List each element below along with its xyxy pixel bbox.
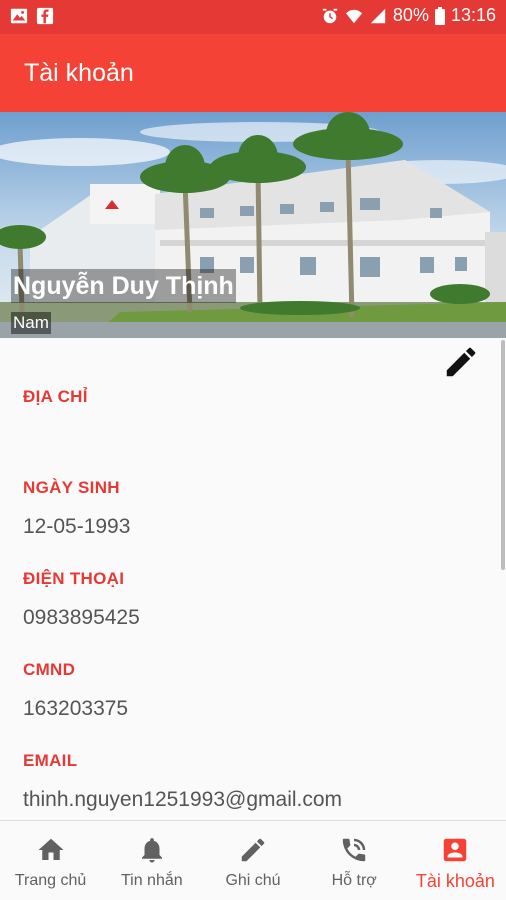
profile-name: Nguyễn Duy Thịnh [11, 269, 236, 303]
battery-percent: 80% [392, 5, 429, 25]
home-icon [38, 838, 64, 860]
signal-icon [370, 8, 386, 23]
nav-notes-label: Ghi chú [225, 872, 281, 889]
nav-home-label: Trang chủ [14, 872, 87, 889]
account-icon [444, 838, 467, 862]
birthday-label: NGÀY SINH [23, 478, 120, 497]
nav-messages[interactable]: Tin nhắn [101, 821, 202, 900]
email-label: EMAIL [23, 751, 78, 770]
nav-support[interactable]: Hỗ trợ [304, 821, 405, 900]
app-bar: Tài khoản [0, 34, 506, 112]
email-value: thinh.nguyen1251993@gmail.com [23, 788, 343, 811]
wifi-icon [345, 9, 363, 23]
profile-cover-image: Nguyễn Duy Thịnh Nam [0, 112, 506, 338]
status-bar: 80% 13:16 [0, 0, 506, 34]
pencil-icon [241, 838, 265, 862]
profile-gender: Nam [11, 312, 51, 334]
birthday-value: 12-05-1993 [23, 515, 131, 538]
alarm-icon [322, 8, 338, 23]
nav-account[interactable]: Tài khoản [405, 821, 506, 900]
bell-icon [141, 838, 162, 863]
pencil-icon [446, 347, 476, 377]
nav-support-label: Hỗ trợ [331, 872, 377, 889]
phone-icon [342, 838, 366, 862]
phone-value: 0983895425 [23, 606, 140, 629]
building-photo [0, 112, 506, 338]
nav-messages-label: Tin nhắn [120, 872, 183, 889]
clock: 13:16 [450, 5, 496, 25]
facebook-icon [36, 7, 54, 25]
bottom-navigation: Trang chủ Tin nhắn Ghi chú Hỗ trợ Tài kh… [0, 820, 506, 900]
nav-account-label: Tài khoản [415, 871, 495, 891]
battery-icon [434, 6, 445, 25]
id-card-value: 163203375 [23, 697, 129, 720]
id-card-label: CMND [23, 660, 76, 679]
nav-home[interactable]: Trang chủ [0, 821, 101, 900]
image-icon [10, 8, 28, 24]
edit-button[interactable] [440, 342, 482, 382]
nav-notes[interactable]: Ghi chú [202, 821, 303, 900]
phone-label: ĐIỆN THOẠI [23, 569, 125, 588]
address-label: ĐỊA CHỈ [23, 387, 88, 406]
page-title: Tài khoản [24, 59, 134, 87]
profile-details[interactable]: ĐỊA CHỈ NGÀY SINH 12-05-1993 ĐIỆN THOẠI … [0, 338, 506, 820]
scrollbar[interactable] [501, 340, 505, 570]
